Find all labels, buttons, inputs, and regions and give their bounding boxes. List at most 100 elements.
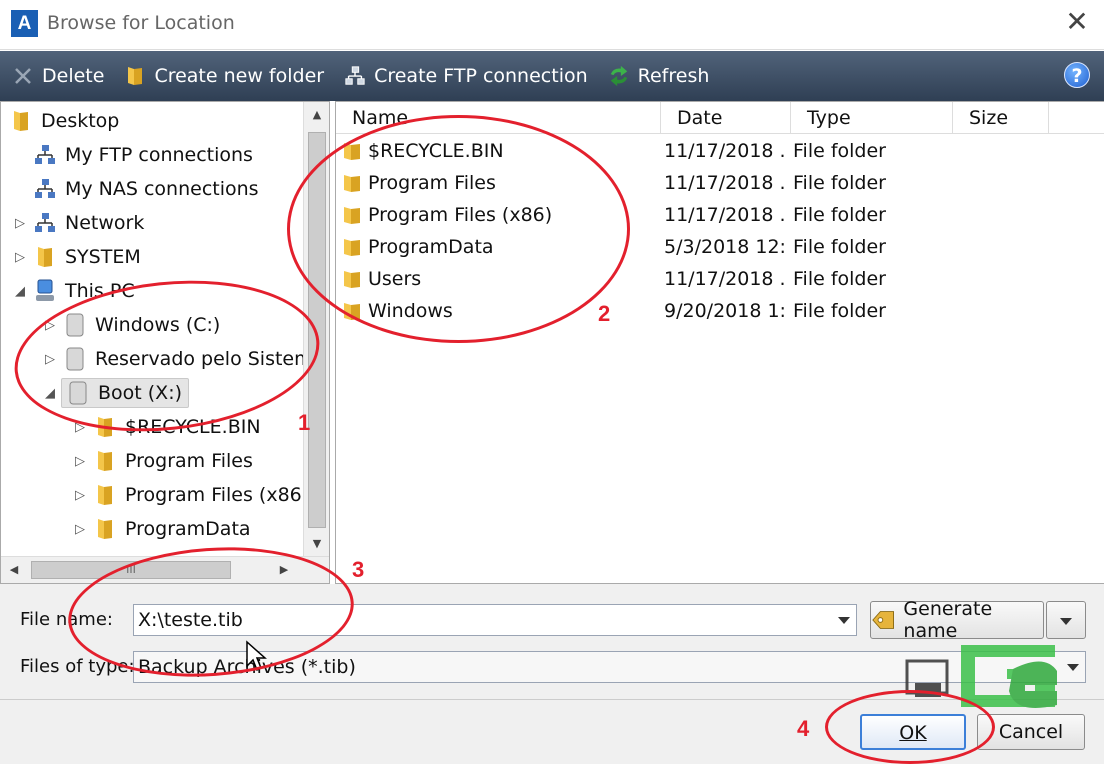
scroll-thumb[interactable]: III (31, 561, 231, 579)
tree-item-program-files-x86[interactable]: ▷ Program Files (x86) (73, 478, 309, 512)
tree-item-boot-x[interactable]: ◢ Boot (X:) (43, 376, 190, 410)
expand-arrow-icon[interactable]: ▷ (73, 454, 87, 469)
network-icon (33, 143, 57, 167)
ok-button[interactable]: OK (860, 714, 966, 750)
folder-icon (33, 245, 57, 269)
ok-label: OK (899, 722, 927, 744)
tree-item-recycle-bin[interactable]: ▷ $RECYCLE.BIN (73, 410, 261, 444)
acronis-logo-icon: A (11, 10, 38, 37)
list-item[interactable]: Program Files 11/17/2018 ... File folder (336, 167, 1104, 199)
drive-icon (63, 313, 87, 337)
annotation-number-1: 1 (298, 410, 311, 435)
column-header-type[interactable]: Type (791, 102, 953, 134)
cancel-label: Cancel (998, 721, 1064, 743)
scroll-down-icon[interactable]: ▼ (304, 531, 329, 557)
expand-arrow-icon[interactable]: ▷ (13, 250, 27, 265)
watermark-logo-icon (905, 645, 1057, 708)
folder-icon (93, 449, 117, 473)
folder-icon (344, 143, 360, 160)
file-name-label: File name: (20, 609, 113, 630)
chevron-down-icon (1060, 618, 1072, 625)
generate-name-dropdown[interactable] (1046, 601, 1086, 639)
mouse-cursor-icon (246, 640, 267, 672)
folder-icon (344, 239, 360, 256)
tree-item-system[interactable]: ▷ SYSTEM (13, 240, 141, 274)
network-icon (344, 64, 366, 88)
expand-arrow-icon[interactable]: ▷ (43, 352, 57, 367)
column-header-name[interactable]: Name (336, 102, 661, 134)
folder-icon (93, 415, 117, 439)
file-name-value: X:\teste.tib (138, 609, 243, 631)
list-item[interactable]: Users 11/17/2018 ... File folder (336, 263, 1104, 295)
file-name-input[interactable]: X:\teste.tib (133, 604, 857, 636)
tag-icon (872, 611, 894, 629)
create-ftp-connection-button[interactable]: Create FTP connection (344, 56, 588, 96)
collapse-arrow-icon[interactable]: ◢ (43, 386, 57, 401)
file-list[interactable]: Name Date Type Size $RECYCLE.BIN 11/17/2… (335, 101, 1104, 584)
chevron-down-icon[interactable] (1067, 664, 1079, 671)
cancel-button[interactable]: Cancel (977, 714, 1085, 750)
annotation-number-2: 2 (598, 301, 611, 326)
list-item[interactable]: Windows 9/20/2018 1:... File folder (336, 295, 1104, 327)
folder-icon (344, 207, 360, 224)
selected-node[interactable]: Boot (X:) (61, 378, 190, 408)
expand-arrow-icon[interactable]: ▷ (73, 522, 87, 537)
tree-item-network[interactable]: ▷ Network (13, 206, 144, 240)
column-header-date[interactable]: Date (661, 102, 791, 134)
expand-arrow-icon[interactable]: ▷ (43, 318, 57, 333)
toolbar: Delete Create new folder Create FTP conn… (0, 51, 1104, 101)
computer-icon (33, 279, 57, 303)
delete-icon (12, 64, 34, 88)
window-title: Browse for Location (47, 12, 235, 34)
tree-vertical-scrollbar[interactable]: ▲ ▼ (303, 102, 329, 557)
folder-icon (93, 483, 117, 507)
folder-icon (344, 303, 360, 320)
tree-item-program-files[interactable]: ▷ Program Files (73, 444, 253, 478)
refresh-button[interactable]: Refresh (608, 56, 710, 96)
delete-button[interactable]: Delete (12, 56, 104, 96)
tree-item-desktop[interactable]: Desktop (9, 104, 119, 138)
generate-name-button[interactable]: Generate name (870, 598, 1044, 642)
tree-item-this-pc[interactable]: ◢ This PC (13, 274, 135, 308)
close-icon[interactable]: ✕ (1064, 8, 1090, 36)
column-header-size[interactable]: Size (953, 102, 1049, 134)
tree-horizontal-scrollbar[interactable]: ◀ III ▶ (1, 556, 329, 583)
list-header: Name Date Type Size (336, 102, 1104, 134)
tree-item-my-ftp-connections[interactable]: My FTP connections (33, 138, 253, 172)
help-icon[interactable]: ? (1064, 62, 1090, 88)
scroll-right-icon[interactable]: ▶ (271, 557, 297, 583)
folder-icon (344, 175, 360, 192)
create-new-folder-button[interactable]: Create new folder (124, 56, 324, 96)
folder-icon (93, 517, 117, 541)
expand-arrow-icon[interactable]: ▷ (13, 216, 27, 231)
refresh-icon (608, 64, 630, 88)
list-item[interactable]: Program Files (x86) 11/17/2018 ... File … (336, 199, 1104, 231)
folder-icon (344, 271, 360, 288)
expand-arrow-icon[interactable]: ▷ (73, 420, 87, 435)
create-new-folder-label: Create new folder (154, 65, 325, 87)
folder-icon (9, 109, 33, 133)
drive-icon (66, 381, 90, 405)
annotation-number-4: 4 (797, 716, 810, 741)
network-icon (33, 177, 57, 201)
tree-item-programdata[interactable]: ▷ ProgramData (73, 512, 251, 546)
scroll-thumb[interactable] (308, 132, 326, 528)
expand-arrow-icon[interactable]: ▷ (73, 488, 87, 503)
list-item[interactable]: ProgramData 5/3/2018 12:... File folder (336, 231, 1104, 263)
scroll-left-icon[interactable]: ◀ (1, 557, 27, 583)
list-item[interactable]: $RECYCLE.BIN 11/17/2018 ... File folder (336, 135, 1104, 167)
refresh-label: Refresh (637, 65, 710, 87)
chevron-down-icon[interactable] (838, 617, 850, 624)
delete-label: Delete (42, 65, 105, 87)
create-ftp-connection-label: Create FTP connection (374, 65, 588, 87)
drive-icon (63, 347, 87, 371)
files-of-type-label: Files of type: (20, 656, 135, 677)
collapse-arrow-icon[interactable]: ◢ (13, 284, 27, 299)
annotation-number-3: 3 (352, 557, 365, 582)
folder-tree[interactable]: Desktop My FTP connections My NAS connec… (0, 101, 330, 584)
tree-item-reservado-pelo-sistema[interactable]: ▷ Reservado pelo Sistema (43, 342, 324, 376)
scroll-up-icon[interactable]: ▲ (304, 102, 329, 128)
tree-item-windows-c[interactable]: ▷ Windows (C:) (43, 308, 220, 342)
tree-item-my-nas-connections[interactable]: My NAS connections (33, 172, 259, 206)
folder-icon (124, 64, 146, 88)
